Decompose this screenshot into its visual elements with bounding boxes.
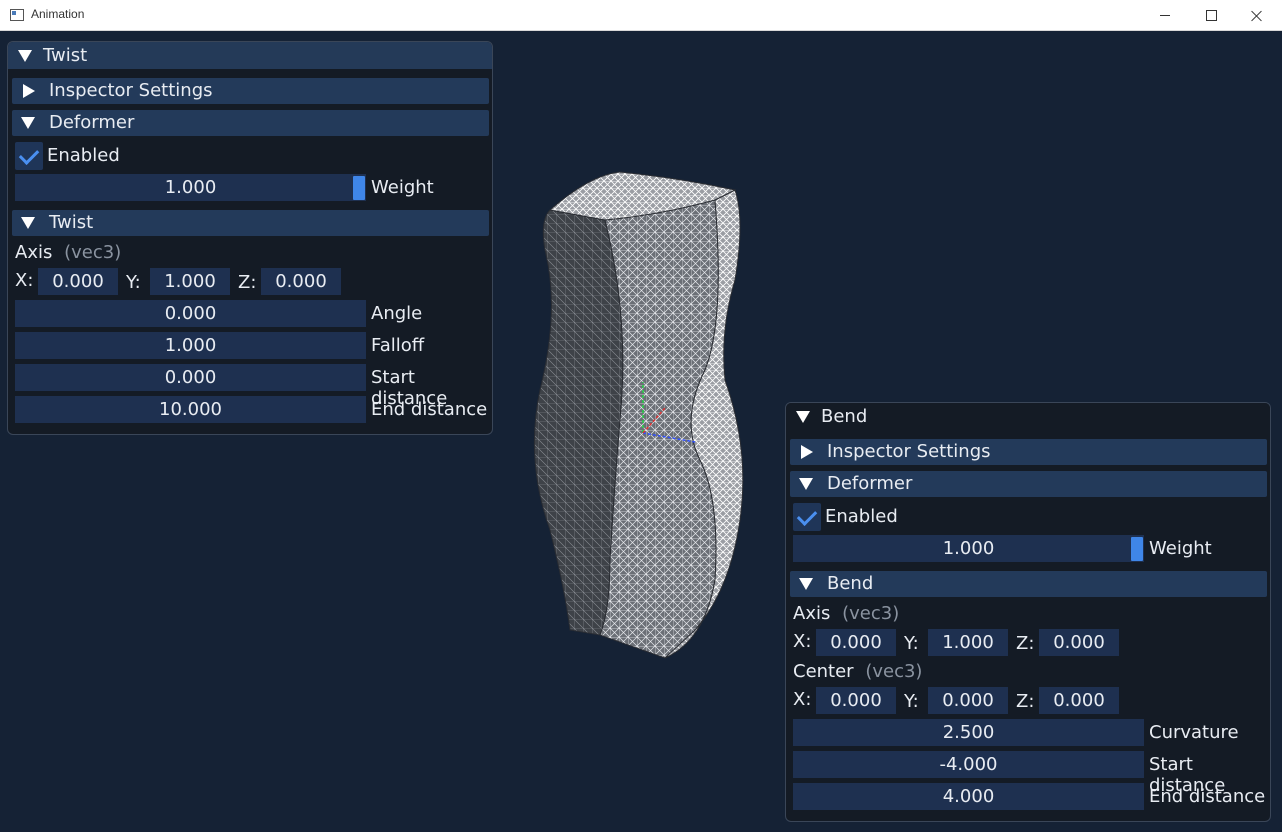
panel-title: Twist xyxy=(43,45,88,66)
panel-title: Bend xyxy=(821,406,868,427)
check-icon xyxy=(796,505,818,526)
minimize-icon xyxy=(1160,15,1170,16)
falloff-input[interactable]: 1.000 xyxy=(15,332,366,359)
axis-type: (vec3) xyxy=(64,242,122,263)
slider-grab[interactable] xyxy=(353,176,365,200)
weight-label: Weight xyxy=(1149,538,1212,559)
center-x-label: X: xyxy=(793,689,812,710)
section-label: Inspector Settings xyxy=(49,80,213,101)
minimize-button[interactable] xyxy=(1142,0,1188,31)
axis-z-label: Z: xyxy=(238,272,257,293)
deformer-header[interactable]: Deformer xyxy=(12,110,489,136)
collapse-arrow-icon xyxy=(21,217,35,229)
axis-z-input[interactable]: 0.000 xyxy=(1039,629,1119,656)
center-y-label: Y: xyxy=(904,691,919,712)
curvature-input[interactable]: 2.500 xyxy=(793,719,1144,746)
twist-section-header[interactable]: Twist xyxy=(12,210,489,236)
section-label: Twist xyxy=(49,212,94,233)
maximize-button[interactable] xyxy=(1188,0,1234,31)
section-label: Bend xyxy=(827,573,874,594)
section-label: Deformer xyxy=(827,473,913,494)
window-title: Animation xyxy=(31,7,85,21)
weight-value: 1.000 xyxy=(164,177,217,198)
deformer-header[interactable]: Deformer xyxy=(790,471,1267,497)
axis-x-input[interactable]: 0.000 xyxy=(816,629,896,656)
axis-y-input[interactable]: 1.000 xyxy=(150,268,230,295)
deformed-mesh[interactable] xyxy=(520,160,760,670)
end-distance-label: End distance xyxy=(371,399,488,420)
center-label: Center (vec3) xyxy=(793,661,922,682)
axis-x-input[interactable]: 0.000 xyxy=(38,268,118,295)
bend-panel: Bend Inspector Settings Deformer Enabled… xyxy=(785,402,1271,822)
axis-y-input[interactable]: 1.000 xyxy=(928,629,1008,656)
section-label: Inspector Settings xyxy=(827,441,991,462)
weight-slider[interactable]: 1.000 xyxy=(15,174,366,201)
curvature-label: Curvature xyxy=(1149,722,1239,743)
inspector-settings-header[interactable]: Inspector Settings xyxy=(790,439,1267,465)
collapse-arrow-icon xyxy=(796,411,810,423)
angle-label: Angle xyxy=(371,303,423,324)
twist-panel: Twist Inspector Settings Deformer Enable… xyxy=(7,41,493,435)
axis-label: Axis (vec3) xyxy=(793,603,899,624)
weight-value: 1.000 xyxy=(942,538,995,559)
enabled-checkbox[interactable] xyxy=(793,503,821,531)
angle-input[interactable]: 0.000 xyxy=(15,300,366,327)
weight-label: Weight xyxy=(371,177,434,198)
axis-label-text: Axis xyxy=(793,603,831,624)
axis-type: (vec3) xyxy=(842,603,900,624)
expand-arrow-icon xyxy=(23,84,35,98)
center-y-input[interactable]: 0.000 xyxy=(928,687,1008,714)
weight-slider[interactable]: 1.000 xyxy=(793,535,1144,562)
section-label: Deformer xyxy=(49,112,135,133)
collapse-arrow-icon xyxy=(799,578,813,590)
bend-panel-header[interactable]: Bend xyxy=(786,403,1270,430)
axis-z-input[interactable]: 0.000 xyxy=(261,268,341,295)
check-icon xyxy=(18,144,40,165)
expand-arrow-icon xyxy=(801,445,813,459)
collapse-arrow-icon xyxy=(21,117,35,129)
bend-section-header[interactable]: Bend xyxy=(790,571,1267,597)
enabled-label: Enabled xyxy=(825,506,898,527)
start-distance-input[interactable]: -4.000 xyxy=(793,751,1144,778)
app-icon xyxy=(10,9,24,21)
center-type: (vec3) xyxy=(865,661,923,682)
maximize-icon xyxy=(1205,10,1217,21)
twist-panel-header[interactable]: Twist xyxy=(8,42,492,69)
close-icon xyxy=(1251,10,1263,22)
enabled-label: Enabled xyxy=(47,145,120,166)
enabled-checkbox[interactable] xyxy=(15,142,43,170)
center-z-input[interactable]: 0.000 xyxy=(1039,687,1119,714)
collapse-arrow-icon xyxy=(799,478,813,490)
axis-z-label: Z: xyxy=(1016,633,1035,654)
center-x-input[interactable]: 0.000 xyxy=(816,687,896,714)
inspector-settings-header[interactable]: Inspector Settings xyxy=(12,78,489,104)
end-distance-input[interactable]: 4.000 xyxy=(793,783,1144,810)
collapse-arrow-icon xyxy=(18,50,32,62)
end-distance-label: End distance xyxy=(1149,786,1266,807)
axis-label: Axis (vec3) xyxy=(15,242,121,263)
axis-x-label: X: xyxy=(793,631,812,652)
end-distance-input[interactable]: 10.000 xyxy=(15,396,366,423)
axis-y-label: Y: xyxy=(126,272,141,293)
axis-label-text: Axis xyxy=(15,242,53,263)
slider-grab[interactable] xyxy=(1131,537,1143,561)
window-titlebar: Animation xyxy=(0,0,1282,31)
axis-y-label: Y: xyxy=(904,633,919,654)
center-label-text: Center xyxy=(793,661,854,682)
close-button[interactable] xyxy=(1234,0,1280,31)
center-z-label: Z: xyxy=(1016,691,1035,712)
axis-x-label: X: xyxy=(15,270,34,291)
falloff-label: Falloff xyxy=(371,335,425,356)
start-distance-input[interactable]: 0.000 xyxy=(15,364,366,391)
